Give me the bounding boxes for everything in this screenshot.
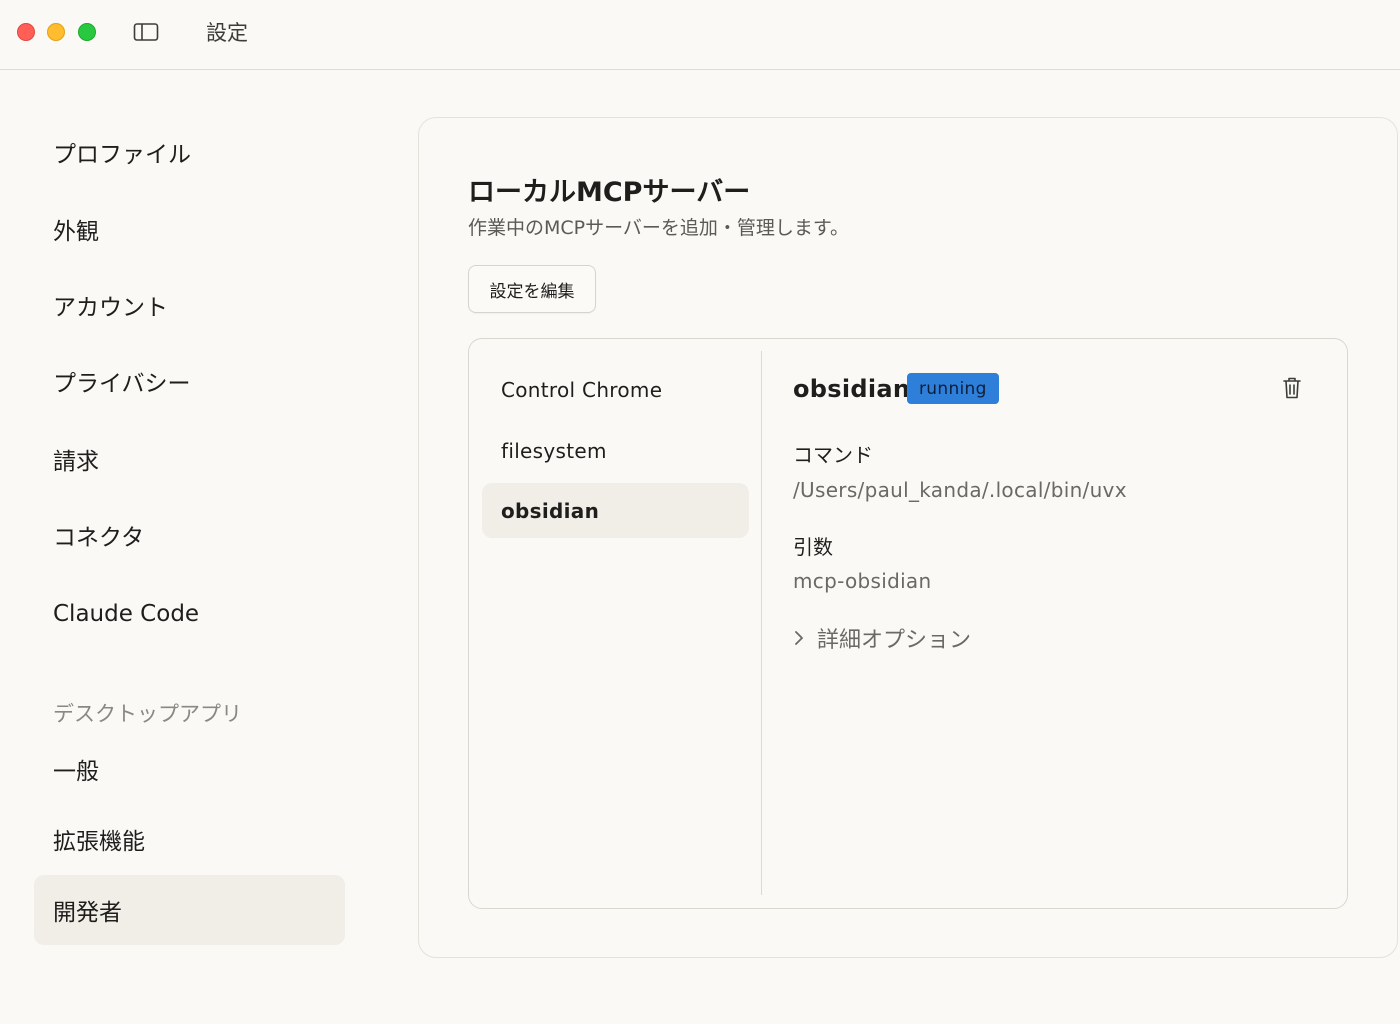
command-value: /Users/paul_kanda/.local/bin/uvx [793, 478, 1127, 502]
edit-config-button[interactable]: 設定を編集 [468, 265, 596, 313]
page-title-bold: MCP [576, 177, 643, 208]
sidebar-item-general[interactable]: 一般 [34, 734, 345, 804]
sidebar-item-label: Claude Code [53, 601, 200, 627]
page-title: ローカルMCPサーバー [468, 170, 750, 209]
server-name: obsidian [793, 375, 911, 403]
sidebar-item-claude-code[interactable]: Claude Code [34, 579, 345, 649]
sidebar-item-privacy[interactable]: プライバシー [34, 346, 345, 416]
sidebar-item-label: 一般 [53, 759, 99, 785]
sidebar-item-appearance[interactable]: 外観 [34, 194, 345, 264]
advanced-options-toggle[interactable]: 詳細オプション [793, 621, 971, 655]
sidebar-item-developer[interactable]: 開発者 [34, 875, 345, 945]
sidebar-item-billing[interactable]: 請求 [34, 424, 345, 494]
sidebar-item-label: アカウント [53, 295, 168, 321]
list-divider [761, 351, 762, 895]
server-item-control-chrome[interactable]: Control Chrome [482, 362, 749, 417]
title-bar: 設定 [0, 0, 1400, 70]
sidebar-item-label: プライバシー [53, 371, 191, 397]
page-title-suffix: サーバー [642, 177, 751, 208]
window-title: 設定 [206, 21, 248, 45]
server-item-label: filesystem [501, 438, 607, 463]
window-close-button[interactable] [17, 23, 35, 41]
advanced-options-label: 詳細オプション [817, 628, 972, 653]
sidebar-item-label: 拡張機能 [53, 829, 145, 855]
sidebar-item-extensions[interactable]: 拡張機能 [34, 804, 345, 874]
page-subtitle: 作業中のMCPサーバーを追加・管理します。 [468, 217, 850, 239]
server-list: Control Chrome filesystem obsidian [469, 339, 762, 908]
sidebar-item-label: コネクタ [53, 525, 145, 551]
server-item-label: obsidian [501, 498, 600, 523]
server-detail: obsidian running コマンド /Users/paul_kanda/… [793, 339, 1333, 908]
server-item-filesystem[interactable]: filesystem [482, 423, 749, 478]
args-label: 引数 [793, 535, 833, 559]
args-value: mcp-obsidian [793, 569, 932, 593]
window-minimize-button[interactable] [47, 23, 65, 41]
server-manager: Control Chrome filesystem obsidian obsid… [468, 338, 1348, 909]
server-item-obsidian[interactable]: obsidian [482, 483, 749, 538]
sidebar-item-label: 開発者 [53, 900, 122, 926]
sidebar-item-connectors[interactable]: コネクタ [34, 500, 345, 570]
sidebar-item-profile[interactable]: プロファイル [34, 117, 345, 187]
sidebar-item-label: プロファイル [53, 142, 191, 168]
server-item-label: Control Chrome [501, 377, 663, 402]
page-title-prefix: ローカル [468, 177, 576, 208]
mcp-settings-panel: ローカルMCPサーバー 作業中のMCPサーバーを追加・管理します。 設定を編集 … [418, 117, 1398, 958]
sidebar-item-account[interactable]: アカウント [34, 270, 345, 340]
trash-icon[interactable] [1281, 376, 1303, 400]
sidebar-toggle-icon[interactable] [133, 22, 159, 42]
sidebar-section-label: デスクトップアプリ [53, 702, 242, 726]
sidebar-item-label: 外観 [53, 219, 99, 245]
status-badge: running [907, 373, 999, 404]
sidebar-item-label: 請求 [53, 449, 99, 475]
chevron-right-icon [795, 631, 803, 645]
window-maximize-button[interactable] [78, 23, 96, 41]
command-label: コマンド [793, 443, 873, 467]
